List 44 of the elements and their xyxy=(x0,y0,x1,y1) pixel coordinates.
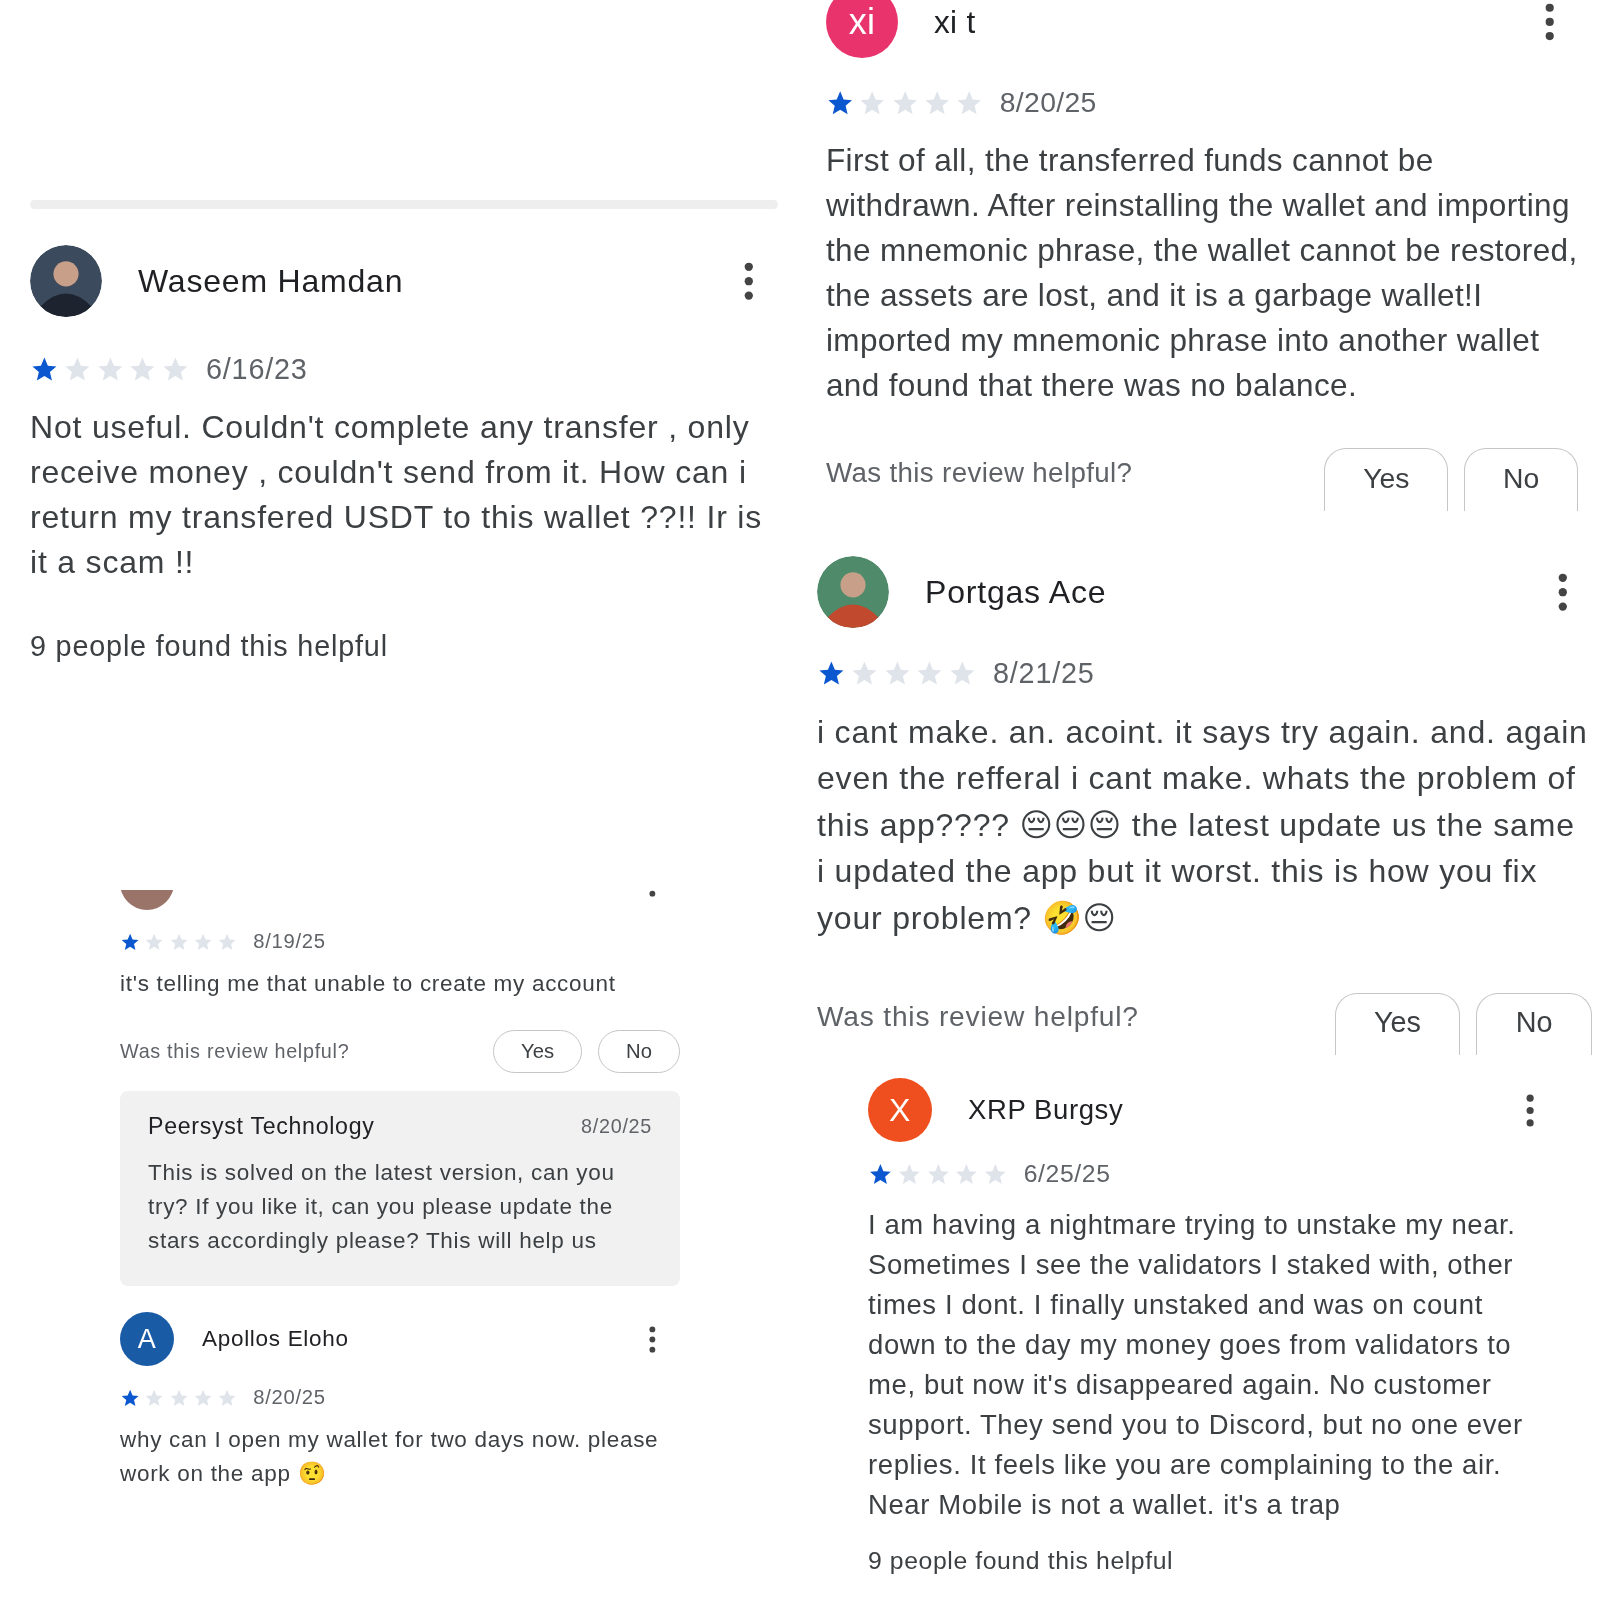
avatar-icon: xi xyxy=(826,0,898,58)
developer-name: Peersyst Technology xyxy=(148,1113,375,1140)
review-date: 6/25/25 xyxy=(1023,1160,1111,1188)
avatar-icon: X xyxy=(868,1078,932,1142)
more-options-icon[interactable] xyxy=(1558,572,1568,612)
avatar-icon xyxy=(30,245,102,317)
review-date: 8/21/25 xyxy=(993,656,1095,690)
review-date: 8/20/25 xyxy=(253,1386,326,1410)
reviewer-name: Waseem Hamdan xyxy=(138,262,405,300)
vote-button[interactable]: No xyxy=(598,1030,680,1073)
review-text: First of all, the transferred funds cannot be withdrawn. After reinstalling the wallet and importing the mnemonic phrase, the wallet cannot be restored, the assets are lost, and it is a garbage wallet!I imported my mnemonic phrase into another wallet and found that there was no balance. xyxy=(826,141,1578,406)
helpful-prompt: Was this review helpful? xyxy=(826,456,1133,489)
review-date: 8/20/25 xyxy=(999,86,1097,120)
helpful-count: 9 people found this helpful xyxy=(868,1546,1175,1575)
avatar-icon xyxy=(817,556,889,628)
vote-button[interactable]: Yes xyxy=(1334,992,1461,1056)
more-options-icon[interactable] xyxy=(744,261,754,301)
review-text: i cant make. an. acoint. it says try again. and. again even the refferal i cant make. whats the problem of this app???? 😔😔😔 the latest update us the same i updated the app but it worst. this is how you fix your problem? 🤣😔 xyxy=(817,713,1589,938)
review-text: Not useful. Couldn't complete any transfer , only receive money , couldn't send from it. How can i return my transfered USDT to this wallet ??!! Ir is it a scam !! xyxy=(30,408,763,583)
vote-button[interactable]: Yes xyxy=(493,1030,583,1073)
reviewer-name: XRP Burgsy xyxy=(968,1094,1125,1126)
vote-button[interactable]: No xyxy=(1476,992,1592,1056)
more-options-icon[interactable] xyxy=(1544,3,1554,41)
vote-button[interactable]: No xyxy=(1464,448,1578,511)
reply-text: This is solved on the latest version, can you try? If you like it, can you please update the stars accordingly please? This will help us xyxy=(148,1159,616,1255)
review-date: 8/19/25 xyxy=(253,930,326,954)
helpful-count: 9 people found this helpful xyxy=(30,630,389,663)
star-icon xyxy=(868,1161,893,1187)
star-icon xyxy=(954,1161,979,1187)
more-options-icon[interactable] xyxy=(1525,1093,1534,1127)
reply-date: 8/20/25 xyxy=(581,1115,652,1138)
reviewer-name: Portgas Ace xyxy=(925,573,1108,611)
vote-button[interactable]: Yes xyxy=(1324,448,1449,511)
more-options-icon[interactable] xyxy=(649,1325,656,1353)
review-date: 6/16/23 xyxy=(206,353,308,386)
reviewer-name: xi t xyxy=(934,3,977,41)
helpful-prompt: Was this review helpful? xyxy=(817,1001,1139,1034)
star-icon xyxy=(983,1161,1008,1187)
review-text: it's telling me that unable to create my account xyxy=(120,969,617,998)
review-text: why can I open my wallet for two days now. please work on the app 🤨 xyxy=(120,1425,660,1488)
review-text: I am having a nightmare trying to unstake my near. Sometimes I see the validators I staked with, other times I dont. I finally unstaked and was on count down to the day my money goes from validators to me, but now it's disappeared again. No customer support. They send you to Discord, but no one ever replies. It feels like you are complaining to the air. Near Mobile is not a wallet. it's a trap xyxy=(868,1207,1524,1522)
reviewer-name: Apollos Eloho xyxy=(202,1326,350,1352)
helpful-prompt: Was this review helpful? xyxy=(120,1040,350,1063)
avatar-icon: A xyxy=(120,1312,174,1366)
